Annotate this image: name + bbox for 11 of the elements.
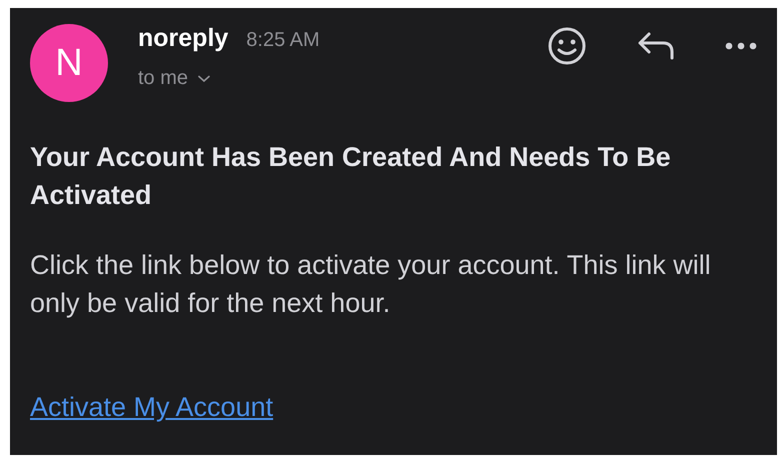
time: 8:25 AM <box>246 29 320 52</box>
recipient-label: to me <box>138 67 188 90</box>
reply-icon[interactable] <box>637 31 675 61</box>
smiley-icon[interactable] <box>547 26 587 66</box>
chevron-down-icon[interactable] <box>198 74 210 82</box>
sender-name: noreply <box>138 24 228 53</box>
avatar: N <box>30 24 108 102</box>
email-body: Click the link below to activate your account. This link will only be valid for the next hour. <box>30 249 712 320</box>
email-subject: Your Account Has Been Created And Needs To Be Activated <box>30 141 672 212</box>
activate-link[interactable]: Activate My Account <box>30 392 274 423</box>
more-icon[interactable] <box>725 42 757 50</box>
